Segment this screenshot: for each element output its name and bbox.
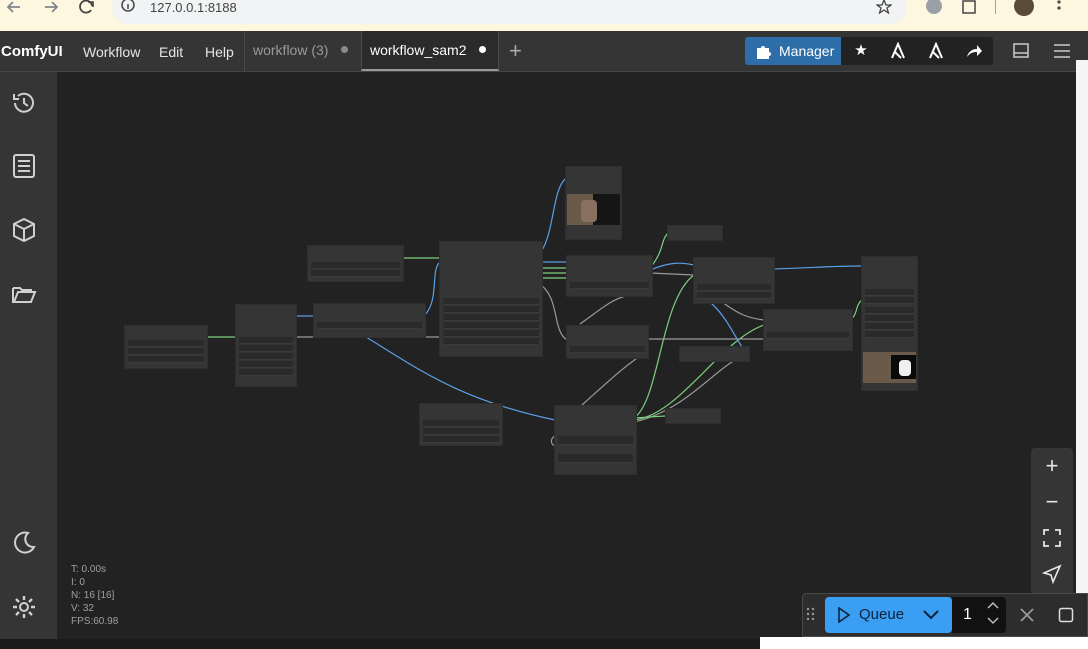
link <box>721 301 765 321</box>
node-widget <box>239 369 293 376</box>
zoom-out-icon[interactable]: − <box>1031 486 1073 518</box>
increment-chevron-up-icon[interactable] <box>987 601 999 609</box>
link <box>649 272 695 276</box>
zoom-in-icon[interactable]: + <box>1031 450 1073 482</box>
node-widget <box>865 297 914 304</box>
node-widget <box>697 292 771 299</box>
clear-queue-x-icon[interactable] <box>1019 607 1035 623</box>
node-widget <box>443 338 539 345</box>
decrement-chevron-down-icon[interactable] <box>987 617 999 625</box>
node-widget <box>311 262 400 269</box>
stat-fps: FPS:60.98 <box>71 616 119 627</box>
graph-node[interactable] <box>419 403 503 446</box>
image-region <box>593 194 620 225</box>
node-widget <box>443 306 539 313</box>
node-widget <box>443 330 539 337</box>
node-widget <box>697 284 771 291</box>
node-widget <box>443 298 539 305</box>
stat-time: T: 0.00s <box>71 564 107 575</box>
preview-image-node[interactable] <box>565 166 622 240</box>
node-widget <box>570 282 649 289</box>
link <box>540 284 568 341</box>
node-widget <box>239 337 293 344</box>
image-region <box>581 200 597 222</box>
play-icon <box>838 607 851 623</box>
node-widget <box>128 348 204 355</box>
graph-node[interactable] <box>124 325 208 369</box>
node-widget <box>239 353 293 360</box>
chevron-down-icon[interactable] <box>923 610 939 620</box>
node-widget <box>558 436 633 445</box>
node-widget <box>239 361 293 368</box>
node-widget <box>423 420 499 427</box>
link <box>581 355 641 406</box>
batch-count-value: 1 <box>963 606 972 623</box>
stat-iterations: I: 0 <box>71 577 85 588</box>
node-widget <box>423 436 499 443</box>
reroute-node[interactable] <box>665 408 721 424</box>
node-widget <box>767 332 849 339</box>
locate-arrow-icon[interactable] <box>1042 564 1062 584</box>
page-behind-strip <box>760 637 1088 649</box>
page-behind-strip <box>1076 60 1088 600</box>
link <box>649 262 695 271</box>
node-widget <box>239 345 293 352</box>
node-widget <box>128 340 204 347</box>
graph-node[interactable] <box>566 325 649 359</box>
stat-nodes: N: 16 [16] <box>71 590 115 601</box>
node-widget <box>865 307 914 314</box>
node-widget <box>317 322 422 329</box>
preview-image-thumbnail <box>567 194 620 225</box>
reroute-node[interactable] <box>679 346 750 362</box>
link <box>771 265 863 270</box>
link <box>579 295 627 325</box>
bottom-strip <box>0 639 760 649</box>
graph-node[interactable] <box>235 304 297 387</box>
node-widget <box>865 323 914 330</box>
node-widget <box>865 315 914 322</box>
node-widget <box>558 454 633 463</box>
stat-vertices: V: 32 <box>71 603 94 614</box>
drag-handle-icon[interactable] <box>806 607 816 623</box>
node-widget <box>128 356 204 363</box>
mask-image-thumbnail <box>863 352 916 383</box>
node-widget <box>443 322 539 329</box>
queue-label: Queue <box>859 606 905 623</box>
graph-node[interactable] <box>763 309 853 351</box>
graph-node[interactable] <box>307 245 404 282</box>
graph-node[interactable] <box>693 257 775 304</box>
node-widget <box>443 314 539 321</box>
reroute-node[interactable] <box>667 225 723 241</box>
link <box>540 177 567 253</box>
graph-node[interactable] <box>439 241 543 357</box>
node-widget <box>311 270 400 277</box>
node-widget <box>865 331 914 338</box>
graph-node[interactable] <box>566 255 653 297</box>
node-widget <box>423 428 499 435</box>
graph-node[interactable] <box>313 303 426 338</box>
image-region <box>899 360 911 376</box>
fit-view-icon[interactable] <box>1042 528 1062 548</box>
link <box>423 261 441 317</box>
graph-node[interactable] <box>554 405 637 475</box>
node-widget <box>865 289 914 296</box>
mask-preview-node[interactable] <box>861 256 918 391</box>
stop-square-icon[interactable] <box>1058 607 1075 624</box>
node-widget <box>570 346 645 353</box>
